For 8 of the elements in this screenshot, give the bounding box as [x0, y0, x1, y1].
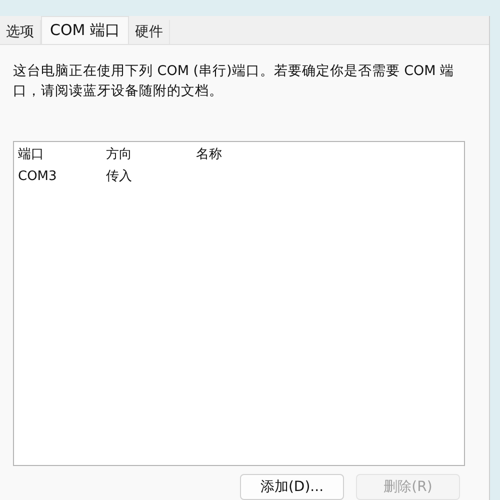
column-header[interactable]: 名称	[196, 144, 464, 166]
column-header[interactable]: 方向	[106, 144, 196, 166]
description-text: 这台电脑正在使用下列 COM (串行)端口。若要确定你是否需要 COM 端口，请阅读蓝牙设备随附的文档。	[13, 62, 456, 101]
button[interactable]: 添加(D)...	[240, 474, 344, 500]
tab[interactable]: COM 端口	[41, 16, 129, 44]
table-cell-text: 传入	[106, 168, 133, 186]
column-header[interactable]: 端口	[18, 144, 106, 166]
table-cell-text: COM3	[18, 168, 58, 186]
